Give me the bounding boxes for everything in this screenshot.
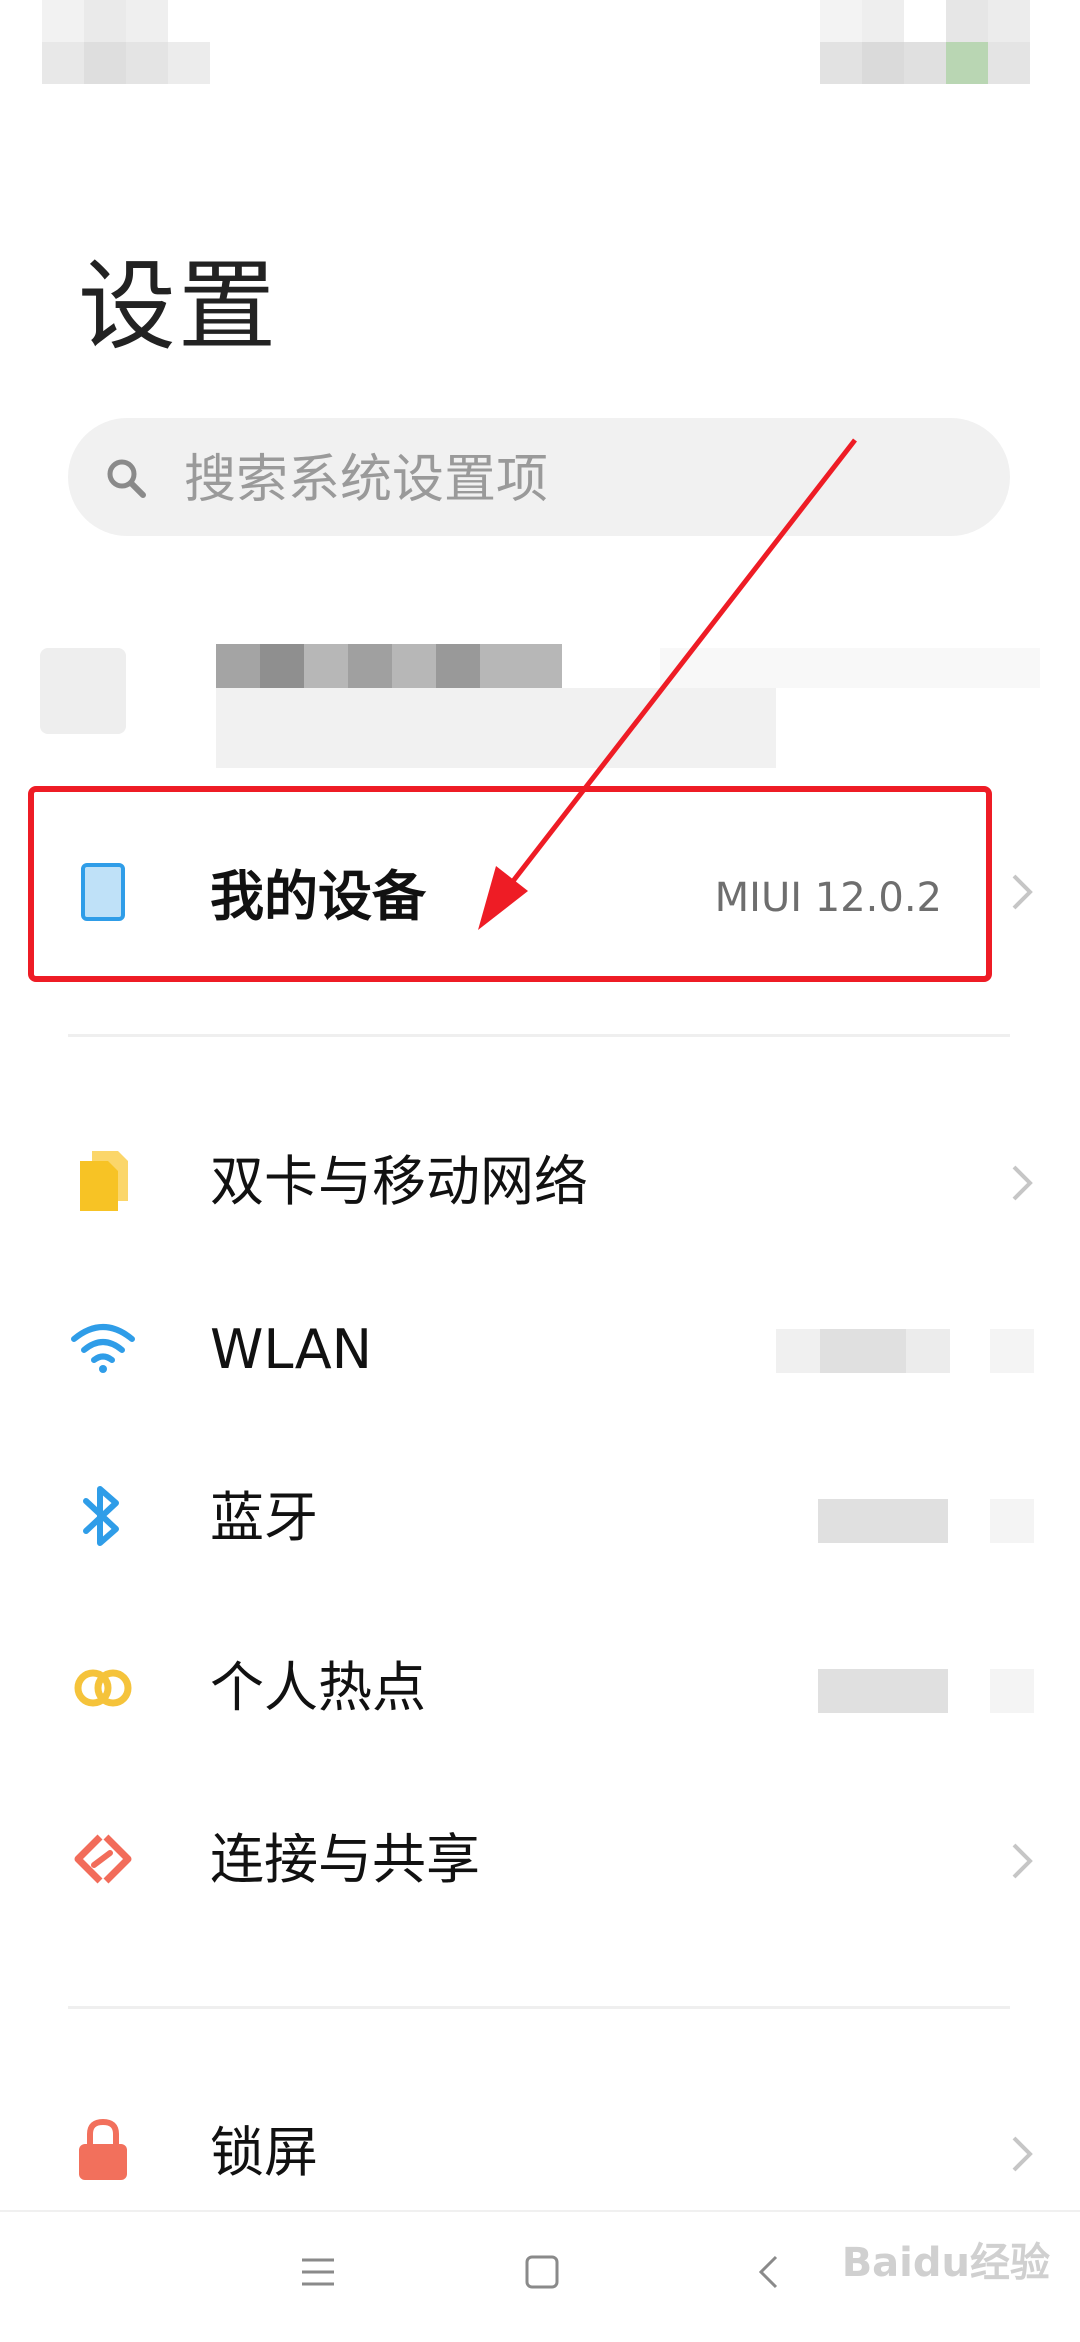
chevron-right-icon — [1012, 874, 1033, 910]
wifi-icon — [71, 1324, 135, 1373]
account-card[interactable] — [40, 600, 1040, 780]
connection-sharing-row[interactable]: 连接与共享 — [0, 1783, 1080, 1943]
divider — [68, 2006, 1010, 2009]
chevron-right-icon — [1012, 1843, 1033, 1879]
bluetooth-row[interactable]: 蓝牙 — [0, 1443, 1080, 1603]
hotspot-icon — [74, 1669, 132, 1707]
chevron-right-icon — [1012, 2136, 1033, 2172]
wlan-status — [776, 1329, 820, 1373]
lock-screen-label: 锁屏 — [210, 2121, 318, 2184]
search-icon — [107, 459, 146, 498]
hotspot-status — [818, 1669, 948, 1713]
menu-icon[interactable] — [300, 2254, 336, 2290]
chevron-right-icon — [1012, 1165, 1033, 1201]
wlan-label: WLAN — [210, 1318, 373, 1381]
connection-sharing-label: 连接与共享 — [210, 1828, 480, 1891]
back-icon[interactable] — [756, 2254, 780, 2290]
lock-icon — [79, 2118, 127, 2180]
wlan-row[interactable]: WLAN — [0, 1273, 1080, 1433]
page-title: 设置 — [78, 250, 279, 364]
sim-mobile-network-row[interactable]: 双卡与移动网络 — [0, 1103, 1080, 1263]
highlight-box — [28, 786, 992, 982]
avatar — [40, 648, 126, 734]
divider — [68, 1034, 1010, 1037]
hotspot-row[interactable]: 个人热点 — [0, 1613, 1080, 1773]
bluetooth-icon — [83, 1486, 119, 1546]
search-placeholder: 搜索系统设置项 — [184, 450, 549, 510]
bluetooth-label: 蓝牙 — [210, 1486, 318, 1549]
hotspot-label: 个人热点 — [210, 1656, 426, 1719]
watermark: Baidu经验 — [841, 2240, 1050, 2286]
account-subtitle — [216, 688, 776, 768]
sim-mobile-network-label: 双卡与移动网络 — [210, 1150, 588, 1213]
status-bar-left — [42, 0, 217, 86]
status-bar-right — [820, 0, 1035, 86]
bluetooth-status — [818, 1499, 948, 1543]
connection-sharing-icon — [74, 1834, 132, 1884]
home-icon[interactable] — [524, 2254, 560, 2290]
sim-cards-icon — [80, 1151, 128, 1211]
